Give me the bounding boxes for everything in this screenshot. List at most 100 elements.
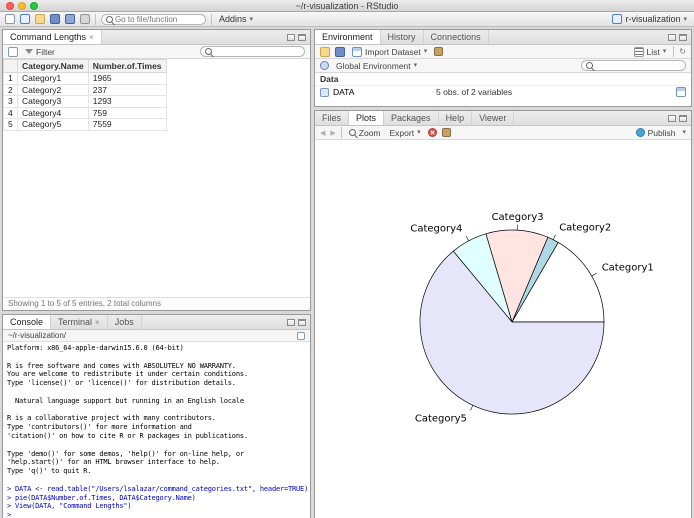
pie-label-Category4: Category4 [410,224,462,235]
environment-toolbar: Import Dataset ▾ List ▾ ↻ [315,45,691,59]
tab-terminal[interactable]: Terminal × [51,315,108,329]
minimize-window-button[interactable] [18,2,26,10]
environment-search-input[interactable] [595,61,681,70]
maximize-pane-icon[interactable] [298,318,306,326]
print-icon[interactable] [80,14,90,24]
tab-command-lengths[interactable]: Command Lengths × [3,30,102,44]
list-view-button[interactable]: List ▾ [632,46,669,57]
console-output-line: Type 'demo()' for some demos, 'help()' f… [7,449,244,458]
chevron-down-icon: ▾ [423,48,428,55]
export-button[interactable]: Export ▾ [388,128,423,138]
viewer-search-input[interactable] [214,47,300,56]
titlebar: ~/r-visualization - RStudio [0,0,694,12]
working-directory: ~/r-visualization/ [8,331,67,340]
console-output-line: 'help.start()' for an HTML browser inter… [7,458,220,467]
close-tab-icon[interactable]: × [89,33,94,42]
tab-console[interactable]: Console [3,315,52,329]
tab-connections[interactable]: Connections [424,30,489,44]
pie-label-Category5: Category5 [415,414,467,425]
chevron-down-icon: ▾ [417,129,421,136]
clear-environment-icon[interactable] [434,47,444,56]
toolbar-separator [673,46,675,57]
close-window-button[interactable] [6,2,14,10]
pie-leader-line [470,405,474,411]
global-environment-selector[interactable]: Global Environment ▾ [334,61,419,71]
minimize-pane-icon[interactable] [287,318,295,326]
new-file-icon[interactable] [5,14,15,24]
tab-environment[interactable]: Environment [315,30,381,44]
pie-leader-line [591,273,597,277]
goto-file-input[interactable] [115,14,201,24]
tab-history[interactable]: History [381,30,424,44]
environment-section-label: Data [315,73,691,86]
tab-plots[interactable]: Plots [349,111,385,125]
load-workspace-icon[interactable] [320,46,330,57]
previous-plot-icon[interactable]: ◀ [320,129,325,137]
environment-scope-bar: Global Environment ▾ [315,59,691,73]
table-row: 4 Category4 759 [3,106,167,119]
maximize-pane-icon[interactable] [298,33,306,41]
table-row: 2 Category2 237 [3,83,167,96]
popout-icon[interactable] [8,46,18,57]
chevron-down-icon: ▾ [249,15,254,23]
new-project-icon[interactable] [20,14,30,24]
maximize-pane-icon[interactable] [679,114,687,122]
zoom-window-button[interactable] [30,2,38,10]
remove-plot-icon[interactable] [427,128,437,137]
rstudio-window: ~/r-visualization - RStudio Addins ▾ r-v… [0,0,694,518]
import-dataset-button[interactable]: Import Dataset ▾ [350,46,429,57]
maximize-pane-icon[interactable] [679,33,687,41]
next-plot-icon[interactable]: ▶ [330,129,335,137]
viewer-table-body: 1 Category1 1965 2 Category2 237 3 Category3 129… [3,72,167,131]
zoom-button[interactable]: Zoom [347,128,383,138]
tab-help[interactable]: Help [439,111,473,125]
toolbar-separator [340,127,342,138]
table-row: 5 Category5 7559 [3,118,167,131]
refresh-icon[interactable]: ↻ [679,47,686,56]
addins-button[interactable]: Addins ▾ [217,14,255,24]
list-icon [633,46,644,57]
dataframe-icon [320,87,329,97]
filter-button[interactable]: Filter [23,47,57,57]
project-button[interactable]: r-visualization ▾ [610,14,689,24]
console-output[interactable]: Platform: x86_64-apple-darwin15.6.0 (64-… [3,342,310,518]
column-header-category-name[interactable]: Category.Name [17,59,89,73]
plots-tabbar: Files Plots Packages Help Viewer [315,111,691,126]
console-output-line: Natural language support but running in … [7,396,244,405]
r-icon [320,61,329,70]
environment-entry-data[interactable]: DATA 5 obs. of 2 variables [315,86,691,98]
console-command-line: > pie(DATA$Number.of.Times, DATA$Categor… [7,493,196,502]
pie-chart: Category1 Category2 Category3 Category4 Cate… [410,212,653,425]
goto-file-search [101,13,206,25]
save-all-icon[interactable] [65,14,75,24]
chevron-down-icon[interactable]: ▾ [682,129,686,136]
column-header-number-of-times[interactable]: Number.of.Times [87,59,167,73]
console-output-line: 'citation()' on how to cite R or R packa… [7,431,248,440]
clear-plots-icon[interactable] [441,128,451,137]
tab-packages[interactable]: Packages [384,111,439,125]
toolbar-separator [95,13,96,25]
open-file-icon[interactable] [35,14,45,24]
row-number-header[interactable] [3,59,18,73]
main-toolbar: Addins ▾ r-visualization ▾ [0,12,694,27]
plots-pane: Files Plots Packages Help Viewer ◀ ▶ Zoo… [314,110,692,518]
minimize-pane-icon[interactable] [287,33,295,41]
tab-files[interactable]: Files [315,111,350,125]
publish-button[interactable]: Publish [634,128,678,138]
tab-viewer[interactable]: Viewer [472,111,515,125]
search-icon [586,62,593,69]
save-icon[interactable] [50,14,60,24]
search-icon [106,15,113,23]
close-tab-icon[interactable]: × [95,318,100,327]
minimize-pane-icon[interactable] [668,114,676,122]
console-popout-icon[interactable] [297,331,305,340]
minimize-pane-icon[interactable] [668,33,676,41]
tab-jobs[interactable]: Jobs [108,315,142,329]
viewer-search [200,46,305,57]
console-output-line: Type 'q()' to quit R. [7,467,92,476]
view-data-icon[interactable] [676,87,686,97]
save-workspace-icon[interactable] [335,46,345,57]
